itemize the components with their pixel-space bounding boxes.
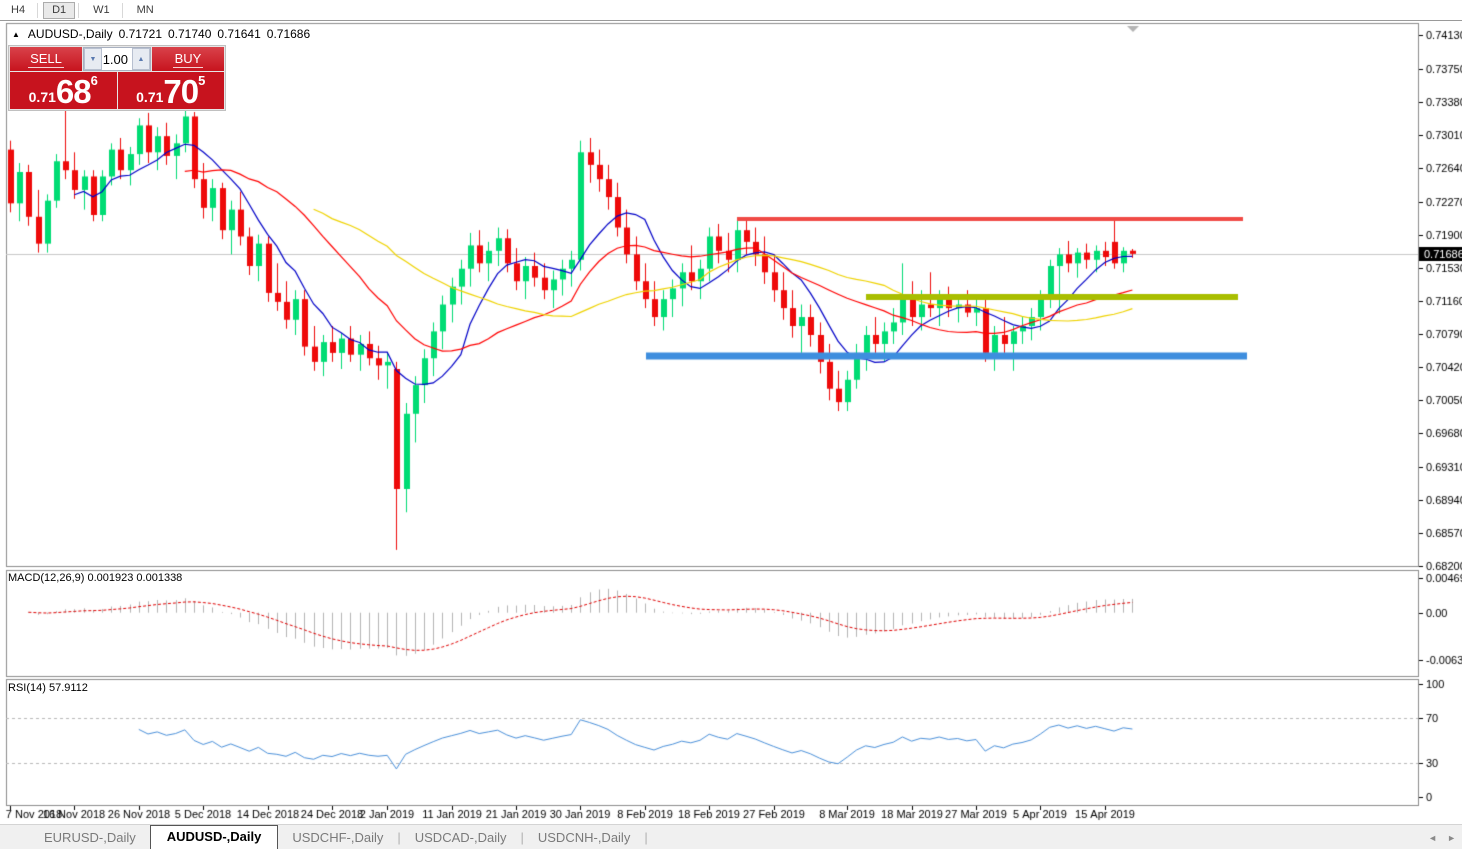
sell-button[interactable]: SELL xyxy=(10,47,82,71)
bar-high-value: 0.71740 xyxy=(168,27,212,41)
buy-button[interactable]: BUY xyxy=(152,47,224,71)
sell-price-pip: 6 xyxy=(90,73,98,88)
sell-price-main: 68 xyxy=(55,73,92,110)
buy-button-label: BUY xyxy=(172,50,204,68)
toolbar-separator xyxy=(121,2,123,18)
timeframe-h4-button[interactable]: H4 xyxy=(2,2,34,19)
chart-symbol-period: AUDUSD-,Daily xyxy=(27,27,113,41)
volume-decrease-button[interactable]: ▼ xyxy=(84,48,102,70)
tab-usdcad[interactable]: USDCAD-,Daily xyxy=(401,827,521,849)
tab-eurusd[interactable]: EURUSD-,Daily xyxy=(30,827,150,849)
bar-open-value: 0.71721 xyxy=(118,27,162,41)
bar-low-value: 0.71641 xyxy=(217,27,261,41)
chart-title: ▲ AUDUSD-,Daily 0.71721 0.71740 0.71641 … xyxy=(12,27,310,41)
timeframe-toolbar: H4 D1 W1 MN xyxy=(0,0,1462,21)
volume-stepper: ▼ 1.00 ▲ xyxy=(83,47,151,71)
toolbar-separator xyxy=(37,2,39,18)
buy-price-pip: 5 xyxy=(198,73,206,88)
timeframe-d1-button[interactable]: D1 xyxy=(43,1,76,19)
macd-indicator-label: MACD(12,26,9) 0.001923 0.001338 xyxy=(8,572,182,584)
buy-price-prefix: 0.71 xyxy=(136,89,164,105)
one-click-trading-panel: SELL ▼ 1.00 ▲ BUY 0.71 68 6 0.71 70 5 xyxy=(8,45,226,111)
tab-usdchf[interactable]: USDCHF-,Daily xyxy=(278,827,397,849)
volume-increase-button[interactable]: ▲ xyxy=(132,48,150,70)
tab-scroll-left-icon[interactable]: ◄ xyxy=(1428,833,1437,843)
sell-button-label: SELL xyxy=(28,50,64,68)
rsi-indicator-label: RSI(14) 57.9112 xyxy=(8,682,88,694)
buy-price-main: 70 xyxy=(163,73,199,110)
tab-audusd[interactable]: AUDUSD-,Daily xyxy=(149,825,279,849)
toolbar-separator xyxy=(78,2,80,18)
timeframe-mn-button[interactable]: MN xyxy=(128,2,163,19)
macd-values: 0.001923 0.001338 xyxy=(87,572,183,584)
bar-close-value: 0.71686 xyxy=(266,27,311,41)
price-chart-canvas[interactable] xyxy=(0,0,1462,849)
tab-separator: | xyxy=(644,830,648,845)
rsi-value: 57.9112 xyxy=(48,682,88,694)
chart-tab-bar: EURUSD-,Daily AUDUSD-,Daily USDCHF-,Dail… xyxy=(0,824,1462,849)
rsi-name: RSI(14) xyxy=(8,682,46,694)
macd-name: MACD(12,26,9) xyxy=(8,572,85,584)
collapse-panel-icon[interactable]: ▲ xyxy=(12,30,20,39)
sell-price-display[interactable]: 0.71 68 6 xyxy=(10,72,117,109)
tab-scroll-right-icon[interactable]: ► xyxy=(1447,833,1456,843)
volume-input[interactable]: 1.00 xyxy=(102,52,132,67)
sell-price-prefix: 0.71 xyxy=(28,89,56,105)
tab-usdcnh[interactable]: USDCNH-,Daily xyxy=(524,827,644,849)
buy-price-display[interactable]: 0.71 70 5 xyxy=(117,72,224,110)
timeframe-w1-button[interactable]: W1 xyxy=(84,2,119,19)
